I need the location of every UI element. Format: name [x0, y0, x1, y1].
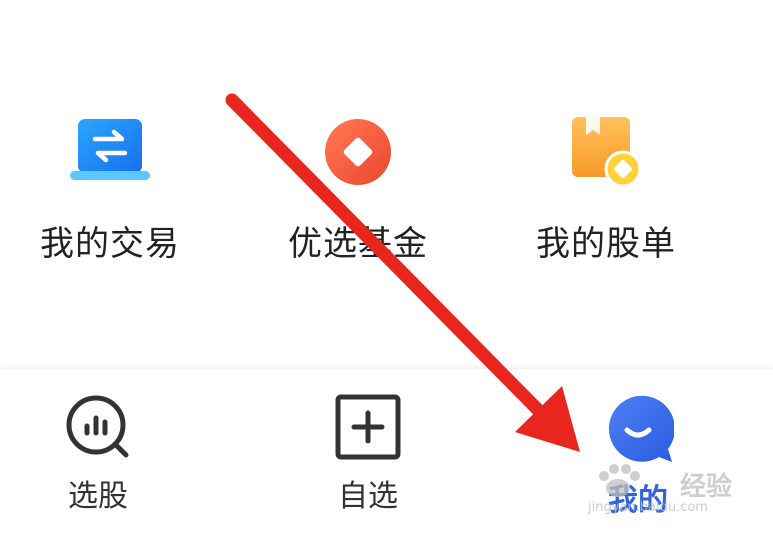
tab-label: 选股 [68, 479, 128, 514]
feature-label: 我的交易 [40, 224, 180, 264]
feature-selected-funds[interactable]: 优选基金 [258, 112, 458, 272]
feature-label: 我的股单 [536, 224, 676, 264]
stock-list-icon [561, 112, 651, 192]
bottom-tab-bar: 选股 自选 我的 [0, 368, 773, 519]
tab-stock-picker[interactable]: 选股 [28, 393, 168, 514]
bottom-safe-area [0, 518, 773, 536]
fund-coin-icon [313, 112, 403, 192]
tab-watchlist[interactable]: 自选 [298, 393, 438, 514]
stock-picker-icon [62, 393, 134, 461]
feature-label: 优选基金 [288, 224, 428, 264]
feature-my-trades[interactable]: 我的交易 [10, 112, 210, 272]
app-screen: 我的交易 优选基金 我的股单 选股 自选 我的 经验 jingyan.baidu… [0, 0, 773, 536]
add-watchlist-icon [332, 393, 404, 461]
tab-mine[interactable]: 我的 [568, 393, 708, 518]
tab-label: 我的 [608, 483, 668, 518]
feature-my-stock-list[interactable]: 我的股单 [506, 112, 706, 272]
profile-chat-icon [602, 393, 674, 465]
feature-grid: 我的交易 优选基金 我的股单 [0, 0, 773, 365]
exchange-icon [65, 112, 155, 192]
tab-label: 自选 [338, 479, 398, 514]
